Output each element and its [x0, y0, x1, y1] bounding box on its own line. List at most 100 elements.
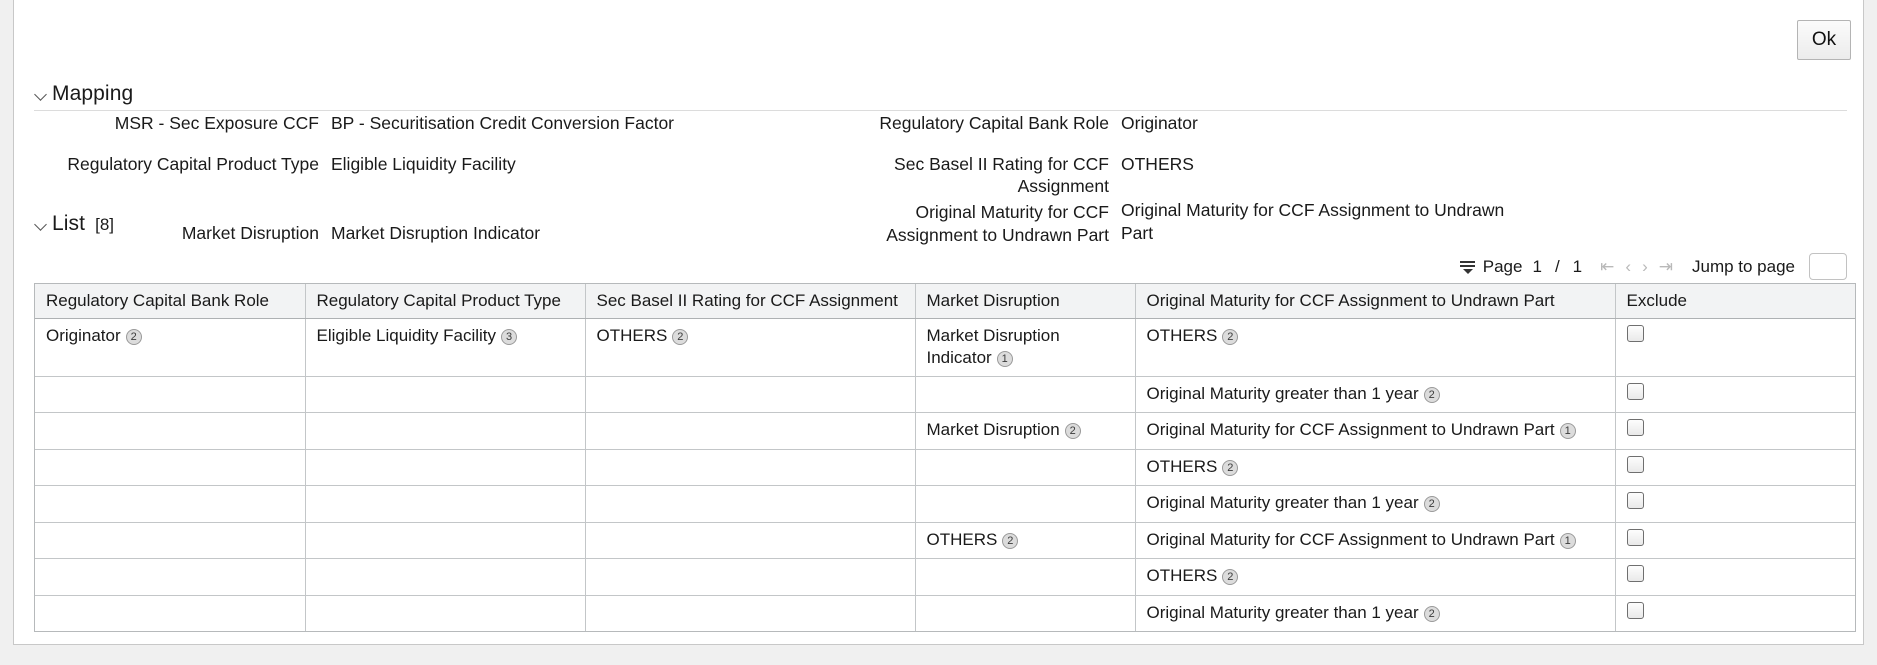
pagination-bar: Page 1 / 1 ⇤ ‹ › ⇥ Jump to page	[1459, 253, 1847, 280]
column-header-bank-role[interactable]: Regulatory Capital Bank Role	[35, 284, 306, 319]
mapping-value: OTHERS	[1121, 154, 1194, 174]
cell-bank-role: Originator 2	[35, 318, 306, 377]
table-row[interactable]: Original Maturity greater than 1 year 2	[35, 376, 1855, 414]
cell-bank-role	[35, 412, 306, 450]
mapping-row: MSR - Sec Exposure CCF BP - Securitisati…	[34, 112, 1834, 153]
count-badge-icon[interactable]: 1	[1559, 532, 1576, 549]
list-section-title: List	[52, 212, 86, 235]
cell-market-disruption	[915, 558, 1136, 596]
mapping-value: Market Disruption Indicator	[331, 222, 541, 243]
table-row[interactable]: Market Disruption 2 Original Maturity for …	[35, 412, 1855, 450]
jump-to-page-input[interactable]	[1809, 253, 1847, 280]
table-row[interactable]: Original Maturity greater than 1 year 2	[35, 485, 1855, 523]
column-header-market-disruption[interactable]: Market Disruption	[915, 284, 1136, 319]
table-row[interactable]: Originator 2 Eligible Liquidity Facility 3 O…	[35, 318, 1855, 377]
cell-market-disruption	[915, 376, 1136, 414]
exclude-checkbox[interactable]	[1626, 455, 1644, 473]
cell-rating-text: OTHERS	[596, 326, 668, 345]
count-badge-icon[interactable]: 1	[996, 351, 1013, 368]
cell-exclude	[1615, 412, 1855, 450]
cell-original-maturity-text: Original Maturity for CCF Assignment to …	[1146, 420, 1555, 440]
exclude-checkbox[interactable]	[1626, 492, 1644, 510]
column-header-rating[interactable]: Sec Basel II Rating for CCF Assignment	[585, 284, 916, 319]
ok-button[interactable]: Ok	[1797, 20, 1851, 60]
exclude-checkbox[interactable]	[1626, 601, 1644, 619]
mapping-divider	[34, 110, 1847, 111]
mapping-section-header[interactable]: Mapping	[34, 82, 133, 106]
cell-original-maturity-text: Original Maturity greater than 1 year	[1146, 493, 1419, 513]
column-header-exclude[interactable]: Exclude	[1615, 284, 1855, 319]
page-separator: /	[1554, 256, 1560, 276]
cell-market-disruption: Market Disruption Indicator 1	[915, 318, 1136, 377]
exclude-checkbox[interactable]	[1626, 382, 1644, 400]
count-badge-icon[interactable]: 2	[125, 329, 142, 345]
previous-page-icon[interactable]: ‹	[1625, 258, 1631, 275]
cell-product-type-text: Eligible Liquidity Facility	[316, 326, 497, 345]
cell-rating: OTHERS 2	[585, 318, 916, 377]
cell-market-disruption-text: OTHERS	[926, 529, 998, 549]
table-body: Originator 2 Eligible Liquidity Facility 3 O…	[35, 318, 1855, 631]
cell-original-maturity: OTHERS 2	[1135, 558, 1616, 596]
list-section-header[interactable]: List [8]	[34, 212, 114, 236]
table-row[interactable]: OTHERS 2	[35, 449, 1855, 487]
mapping-list-table: Regulatory Capital Bank Role Regulatory …	[34, 283, 1856, 632]
cell-original-maturity-text: OTHERS	[1146, 326, 1218, 345]
exclude-checkbox[interactable]	[1626, 565, 1644, 583]
cell-exclude	[1615, 485, 1855, 523]
mapping-row: Regulatory Capital Product Type Eligible…	[34, 153, 1834, 196]
count-badge-icon[interactable]: 1	[1559, 423, 1576, 440]
mapping-value: Eligible Liquidity Facility	[331, 154, 516, 174]
cell-bank-role	[35, 485, 306, 523]
mapping-value: BP - Securitisation Credit Conversion Fa…	[331, 113, 675, 133]
cell-product-type	[305, 449, 586, 487]
count-badge-icon[interactable]: 2	[1064, 423, 1081, 440]
cell-original-maturity: Original Maturity greater than 1 year 2	[1135, 376, 1616, 414]
cell-rating	[585, 595, 916, 631]
table-row[interactable]: Original Maturity greater than 1 year 2	[35, 595, 1855, 631]
exclude-checkbox[interactable]	[1626, 528, 1644, 546]
cell-product-type	[305, 595, 586, 631]
cell-bank-role	[35, 595, 306, 631]
cell-market-disruption: OTHERS 2	[915, 522, 1136, 560]
count-badge-icon[interactable]: 2	[1222, 569, 1239, 586]
cell-bank-role	[35, 376, 306, 414]
first-page-icon[interactable]: ⇤	[1600, 258, 1614, 275]
chevron-down-icon[interactable]	[34, 218, 48, 232]
count-badge-icon[interactable]: 3	[501, 329, 518, 345]
exclude-checkbox[interactable]	[1626, 325, 1644, 342]
count-badge-icon[interactable]: 2	[1222, 329, 1239, 345]
cell-product-type	[305, 558, 586, 596]
count-badge-icon[interactable]: 2	[1423, 496, 1440, 513]
count-badge-icon[interactable]: 2	[1222, 459, 1239, 476]
mapping-label: MSR - Sec Exposure CCF	[114, 113, 319, 133]
count-badge-icon[interactable]: 2	[1423, 386, 1440, 403]
last-page-icon[interactable]: ⇥	[1659, 258, 1673, 275]
mapping-value: Originator	[1121, 113, 1198, 133]
total-pages-number: 1	[1572, 256, 1583, 276]
cell-bank-role	[35, 522, 306, 560]
cell-original-maturity-text: Original Maturity greater than 1 year	[1146, 383, 1419, 403]
count-badge-icon[interactable]: 2	[672, 329, 689, 345]
cell-original-maturity: Original Maturity for CCF Assignment to …	[1135, 412, 1616, 450]
cell-original-maturity-text: Original Maturity for CCF Assignment to …	[1146, 529, 1555, 549]
count-badge-icon[interactable]: 2	[1423, 605, 1440, 622]
mapping-label: Regulatory Capital Product Type	[67, 154, 319, 174]
cell-product-type	[305, 522, 586, 560]
cell-original-maturity-text: Original Maturity greater than 1 year	[1146, 602, 1419, 622]
filter-menu-icon[interactable]	[1459, 260, 1475, 274]
cell-original-maturity: Original Maturity greater than 1 year 2	[1135, 485, 1616, 523]
mapping-label: Sec Basel II Rating for CCF Assignment	[894, 154, 1109, 197]
mapping-label: Regulatory Capital Bank Role	[879, 113, 1109, 133]
chevron-down-icon[interactable]	[34, 88, 48, 102]
next-page-icon[interactable]: ›	[1642, 258, 1648, 275]
cell-bank-role	[35, 449, 306, 487]
count-badge-icon[interactable]: 2	[1002, 532, 1019, 549]
cell-original-maturity-text: OTHERS	[1146, 456, 1218, 476]
exclude-checkbox[interactable]	[1626, 419, 1644, 437]
column-header-product-type[interactable]: Regulatory Capital Product Type	[305, 284, 586, 319]
table-row[interactable]: OTHERS 2 Original Maturity for CCF Assignm…	[35, 522, 1855, 560]
column-header-original-maturity[interactable]: Original Maturity for CCF Assignment to …	[1135, 284, 1616, 319]
cell-original-maturity: Original Maturity greater than 1 year 2	[1135, 595, 1616, 631]
mapping-label: Original Maturity for CCF Assignment to …	[886, 202, 1109, 245]
table-row[interactable]: OTHERS 2	[35, 558, 1855, 596]
